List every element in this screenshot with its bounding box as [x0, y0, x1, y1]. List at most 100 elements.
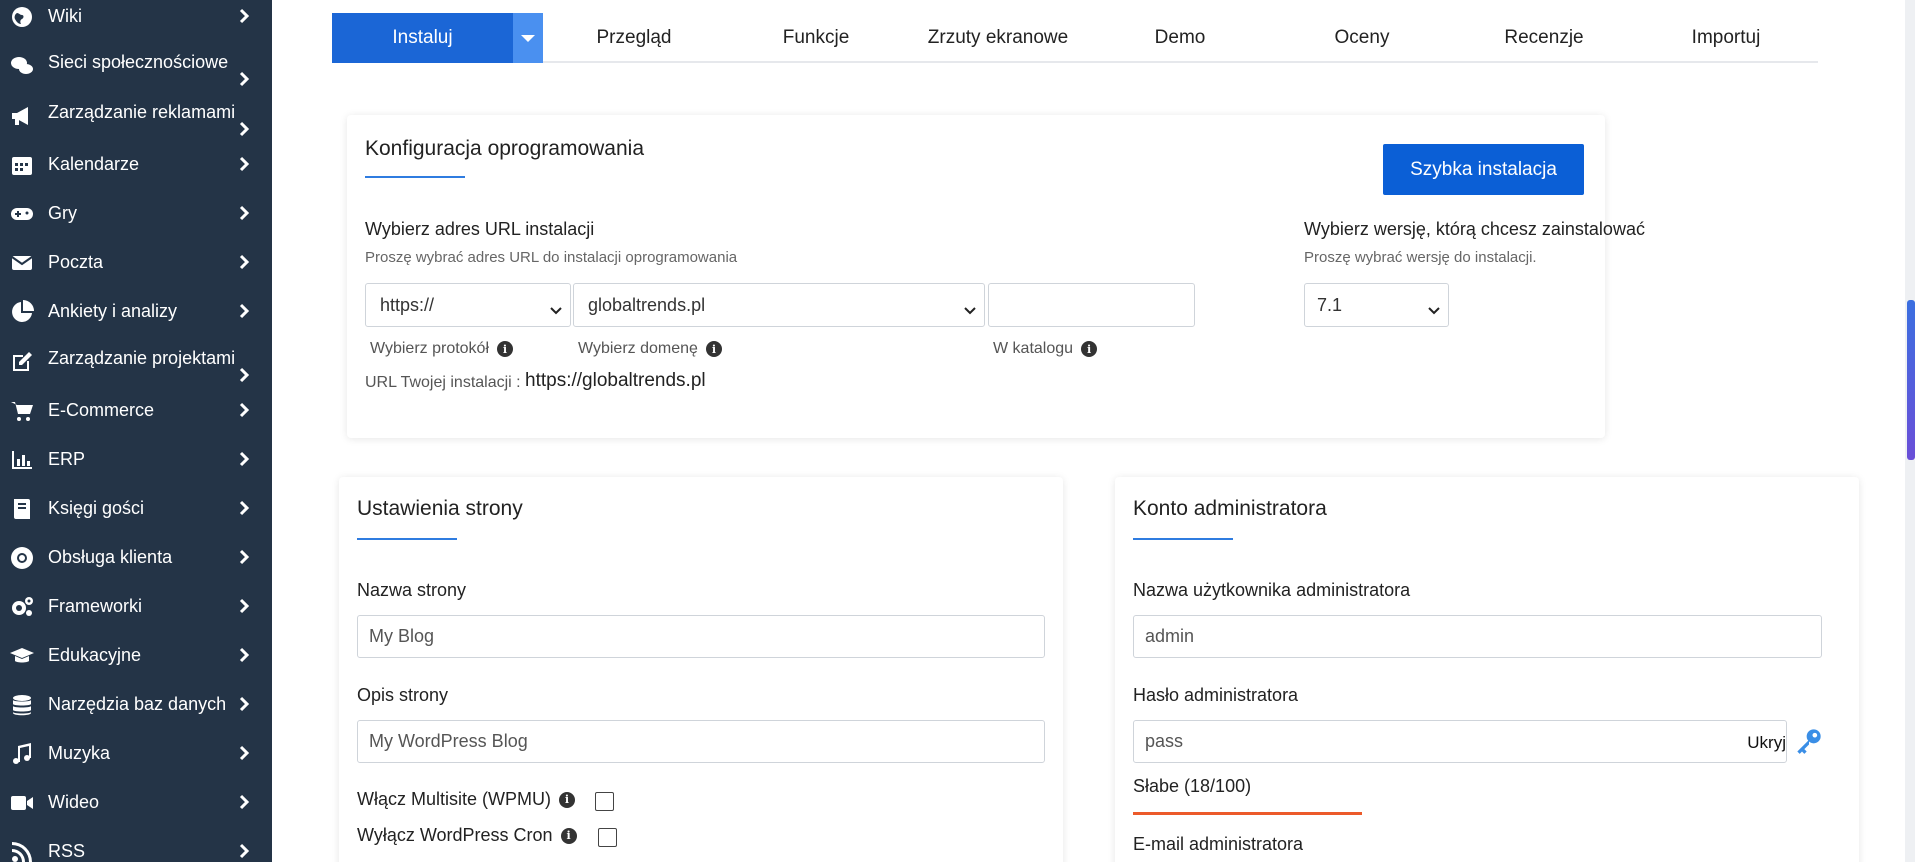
site-description-label: Opis strony: [357, 685, 449, 705]
sidebar-item-db-tools[interactable]: Narzędzia baz danych: [0, 680, 272, 729]
pie-chart-icon: [8, 298, 36, 326]
sidebar-item-support[interactable]: Obsługa klienta: [0, 533, 272, 582]
info-icon[interactable]: i: [705, 341, 722, 357]
sidebar-item-label: Zarządzanie reklamami: [48, 102, 236, 122]
sidebar-item-social[interactable]: Sieci społecznościowe: [0, 42, 272, 92]
chevron-right-icon: [234, 645, 254, 665]
admin-password-label: Hasło administratora: [1133, 685, 1299, 705]
title-underline: [357, 538, 457, 540]
card-title: Konto administratora: [1133, 497, 1327, 520]
cron-checkbox[interactable]: [598, 828, 617, 847]
admin-email-label: E-mail administratora: [1133, 834, 1304, 854]
version-label: Wybierz wersję, którą chcesz zainstalowa…: [1304, 219, 1645, 239]
sidebar-item-music[interactable]: Muzyka: [0, 729, 272, 778]
site-description-input[interactable]: My WordPress Blog: [357, 720, 1045, 763]
cart-icon: [8, 397, 36, 425]
card-title: Konfiguracja oprogramowania: [365, 137, 644, 160]
tab-reviews[interactable]: Recenzje: [1453, 13, 1635, 63]
protocol-select[interactable]: https://: [365, 283, 571, 327]
graduation-cap-icon: [8, 642, 36, 670]
main-content: Instaluj Przegląd Funkcje Zrzuty ekranow…: [272, 0, 1915, 862]
quick-install-button[interactable]: Szybka instalacja: [1383, 144, 1584, 195]
tab-overview[interactable]: Przegląd: [543, 13, 725, 63]
sidebar-item-mail[interactable]: Poczta: [0, 238, 272, 287]
multisite-label: Włącz Multisite (WPMU): [357, 789, 551, 809]
sidebar-item-frameworks[interactable]: Frameworki: [0, 582, 272, 631]
sidebar-item-label: Kalendarze: [48, 154, 140, 174]
chevron-right-icon: [234, 69, 254, 89]
sidebar-item-label: Gry: [48, 203, 77, 223]
tab-ratings[interactable]: Oceny: [1271, 13, 1453, 63]
sidebar-item-surveys[interactable]: Ankiety i analizy: [0, 287, 272, 336]
sidebar-item-label: Muzyka: [48, 743, 111, 763]
megaphone-icon: [8, 102, 36, 130]
scrollbar-thumb[interactable]: [1907, 300, 1915, 460]
edit-icon: [8, 348, 36, 376]
protocol-hint: Wybierz protokół i: [370, 340, 514, 358]
your-url-label: URL Twojej instalacji :: [365, 374, 521, 391]
sidebar-item-label: Obsługa klienta: [48, 547, 173, 567]
your-url-value: https://globaltrends.pl: [525, 370, 706, 391]
tab-screenshots[interactable]: Zrzuty ekranowe: [907, 13, 1089, 63]
info-icon[interactable]: i: [559, 791, 575, 808]
info-icon[interactable]: i: [560, 827, 577, 844]
sidebar-item-calendars[interactable]: Kalendarze: [0, 140, 272, 189]
protocol-hint-text: Wybierz protokół: [370, 340, 490, 357]
tab-install[interactable]: Instaluj: [332, 13, 513, 63]
domain-select[interactable]: globaltrends.pl: [573, 283, 985, 327]
sidebar-item-label: Narzędzia baz danych: [48, 694, 227, 714]
bar-chart-icon: [8, 446, 36, 474]
site-name-input[interactable]: My Blog: [357, 615, 1045, 658]
rss-icon: [8, 838, 36, 862]
hide-password-toggle[interactable]: Ukryj: [1747, 733, 1786, 753]
sidebar-item-ecommerce[interactable]: E-Commerce: [0, 386, 272, 435]
page-scrollbar[interactable]: [1905, 0, 1915, 862]
site-settings-card: Ustawienia strony Nazwa strony My Blog O…: [339, 477, 1063, 862]
admin-username-label: Nazwa użytkownika administratora: [1133, 580, 1411, 600]
admin-password-input[interactable]: pass Ukryj: [1133, 720, 1787, 763]
sidebar-item-erp[interactable]: ERP: [0, 435, 272, 484]
directory-input[interactable]: [988, 283, 1195, 327]
book-icon: [8, 495, 36, 523]
version-select[interactable]: 7.1: [1304, 283, 1449, 327]
tab-features[interactable]: Funkcje: [725, 13, 907, 63]
sidebar-item-wiki[interactable]: Wiki: [0, 0, 272, 41]
sidebar-item-label: RSS: [48, 841, 86, 861]
version-hint: Proszę wybrać wersję do instalacji.: [1304, 249, 1537, 266]
chevron-right-icon: [234, 119, 254, 139]
sidebar-item-guestbooks[interactable]: Księgi gości: [0, 484, 272, 533]
sidebar: Wiki Sieci społecznościowe Zarządzanie r…: [0, 0, 272, 862]
version-value: 7.1: [1317, 294, 1343, 315]
sidebar-item-education[interactable]: Edukacyjne: [0, 631, 272, 680]
cron-row: Wyłącz WordPress Cron i: [357, 825, 577, 846]
sidebar-item-label: Poczta: [48, 252, 104, 272]
tab-demo[interactable]: Demo: [1089, 13, 1271, 63]
sidebar-item-label: Wideo: [48, 792, 100, 812]
chevron-right-icon: [234, 449, 254, 469]
info-icon[interactable]: i: [1081, 341, 1098, 357]
sidebar-item-video[interactable]: Wideo: [0, 778, 272, 827]
tab-import[interactable]: Importuj: [1635, 13, 1817, 63]
sidebar-item-rss[interactable]: RSS: [0, 827, 272, 862]
multisite-checkbox[interactable]: [595, 792, 614, 811]
key-icon[interactable]: [1795, 727, 1823, 755]
chevron-down-icon: [1428, 300, 1440, 315]
sidebar-item-label: Księgi gości: [48, 498, 145, 518]
install-url-label: Wybierz adres URL instalacji: [365, 219, 595, 239]
cron-label: Wyłącz WordPress Cron: [357, 825, 553, 845]
chevron-right-icon: [234, 203, 254, 223]
sidebar-item-games[interactable]: Gry: [0, 189, 272, 238]
envelope-icon: [8, 249, 36, 277]
chevron-down-icon: [964, 300, 976, 315]
caret-down-icon: [521, 35, 535, 42]
install-dropdown-toggle[interactable]: [513, 13, 543, 63]
admin-password-value: pass: [1145, 731, 1184, 751]
sidebar-item-ads[interactable]: Zarządzanie reklamami: [0, 92, 272, 142]
admin-username-input[interactable]: admin: [1133, 615, 1822, 658]
sidebar-item-projects[interactable]: Zarządzanie projektami: [0, 338, 272, 388]
password-strength-label: Słabe (18/100): [1133, 776, 1252, 796]
domain-hint: Wybierz domenę i: [578, 340, 722, 358]
sidebar-item-label: E-Commerce: [48, 400, 155, 420]
chevron-right-icon: [234, 154, 254, 174]
info-icon[interactable]: i: [497, 341, 514, 357]
